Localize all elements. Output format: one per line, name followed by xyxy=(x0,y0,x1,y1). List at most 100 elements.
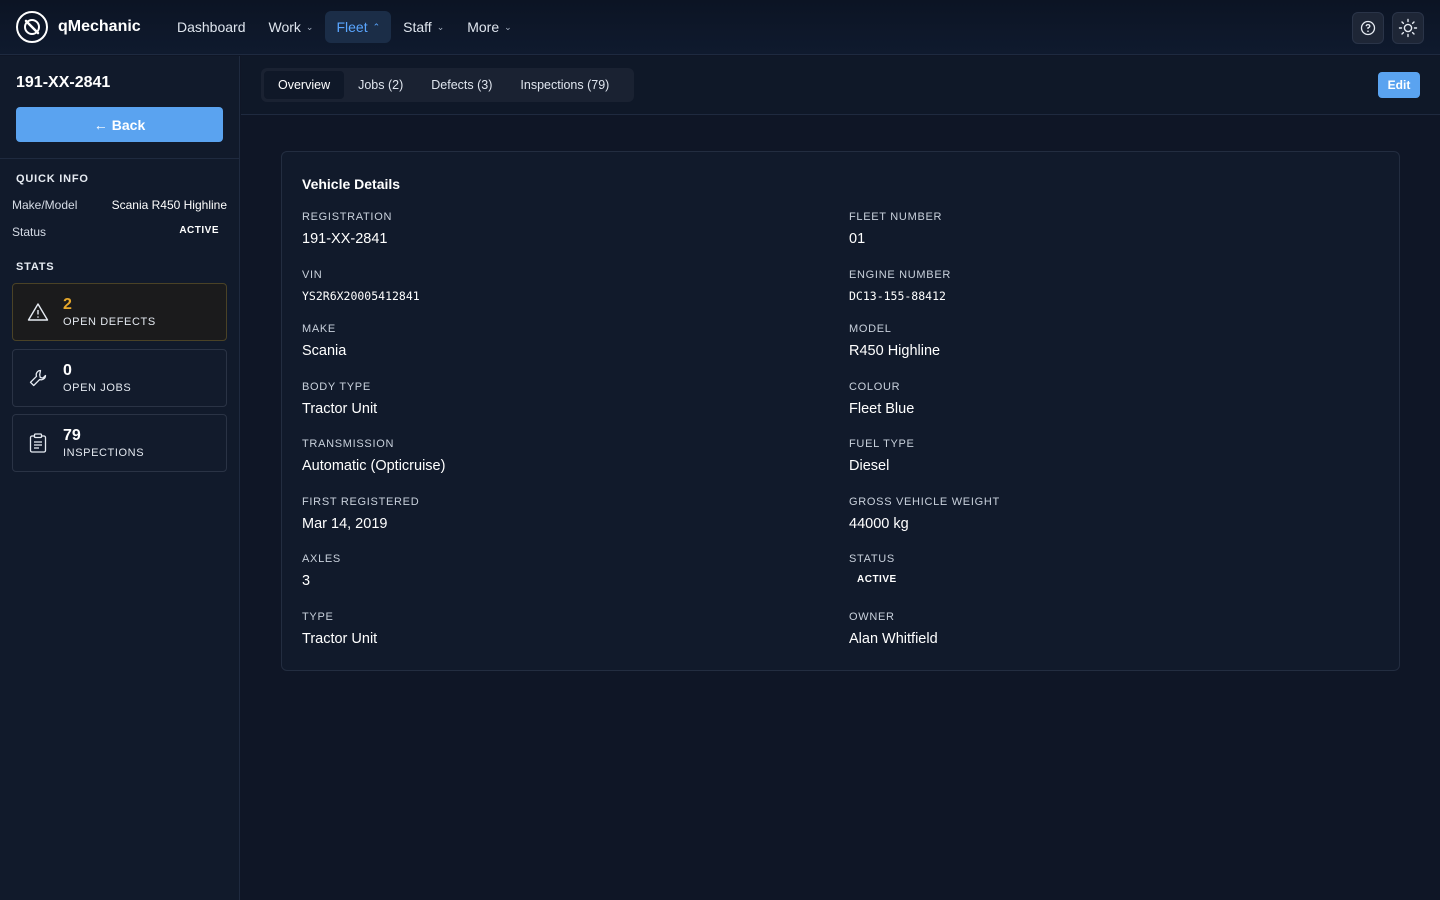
field-value: DC13-155-88412 xyxy=(849,289,946,303)
stat-label: OPEN DEFECTS xyxy=(63,316,156,328)
field-label: AXLES xyxy=(302,553,341,565)
status-badge: ACTIVE xyxy=(179,225,219,236)
detail-field-type: TYPE Tractor Unit xyxy=(302,611,802,647)
field-value: Alan Whitfield xyxy=(849,631,938,647)
detail-field-make: MAKE Scania xyxy=(302,323,802,359)
detail-field-fleet-number: FLEET NUMBER 01 xyxy=(849,211,1349,247)
clipboard-icon xyxy=(29,433,47,453)
status-badge: ACTIVE xyxy=(857,574,897,585)
field-label: FLEET NUMBER xyxy=(849,211,943,223)
card-title: Vehicle Details xyxy=(302,176,401,192)
nav-item-more[interactable]: More ⌄ xyxy=(456,11,522,43)
wrench-icon xyxy=(29,369,47,387)
brand[interactable]: qMechanic xyxy=(16,11,166,43)
main-nav: Dashboard Work ⌄ Fleet ⌃ Staff ⌄ More ⌄ xyxy=(166,11,524,43)
nav-label: Dashboard xyxy=(177,19,246,35)
detail-field-engine-number: ENGINE NUMBER DC13-155-88412 xyxy=(849,269,1349,303)
nav-item-dashboard[interactable]: Dashboard xyxy=(166,11,257,43)
stat-number: 79 xyxy=(63,427,81,444)
stat-card-open-jobs[interactable]: 0 OPEN JOBS xyxy=(12,349,227,407)
detail-field-vin: VIN YS2R6X20005412841 xyxy=(302,269,802,303)
field-label: REGISTRATION xyxy=(302,211,393,223)
field-label: COLOUR xyxy=(849,381,901,393)
nav-label: Work xyxy=(268,19,301,35)
field-value: 01 xyxy=(849,231,866,247)
detail-field-gross-vehicle-weight: GROSS VEHICLE WEIGHT 44000 kg xyxy=(849,496,1349,532)
field-label: TRANSMISSION xyxy=(302,438,395,450)
vehicle-sidebar: 191-XX-2841 ← Back QUICK INFO Make/Model… xyxy=(0,56,240,900)
vehicle-title: 191-XX-2841 xyxy=(16,74,111,91)
field-value: Diesel xyxy=(849,458,890,474)
stat-number: 0 xyxy=(63,362,72,379)
brand-name: qMechanic xyxy=(58,18,141,35)
warning-icon xyxy=(27,303,49,321)
field-label: VIN xyxy=(302,269,323,281)
detail-field-first-registered: FIRST REGISTERED Mar 14, 2019 xyxy=(302,496,802,532)
tab-inspections[interactable]: Inspections (79) xyxy=(506,71,623,99)
chevron-up-icon: ⌃ xyxy=(372,21,381,32)
quick-info-row: Status ACTIVE xyxy=(12,225,227,239)
field-value: 191-XX-2841 xyxy=(302,231,388,247)
detail-field-body-type: BODY TYPE Tractor Unit xyxy=(302,381,802,417)
divider xyxy=(0,158,239,159)
field-label: BODY TYPE xyxy=(302,381,371,393)
chevron-down-icon: ⌄ xyxy=(504,21,512,32)
quick-info-row: Make/Model Scania R450 Highline xyxy=(12,198,227,212)
detail-field-model: MODEL R450 Highline xyxy=(849,323,1349,359)
edit-button[interactable]: Edit xyxy=(1378,72,1420,98)
field-value: YS2R6X20005412841 xyxy=(302,289,420,303)
sun-icon xyxy=(1398,18,1418,38)
nav-item-staff[interactable]: Staff ⌄ xyxy=(392,11,455,43)
top-navigation-bar: qMechanic Dashboard Work ⌄ Fleet ⌃ Staff ⌄ … xyxy=(0,0,1440,55)
quick-info-key: Make/Model xyxy=(12,198,78,212)
stat-card-inspections[interactable]: 79 INSPECTIONS xyxy=(12,414,227,472)
field-value: 3 xyxy=(302,573,311,589)
field-value: R450 Highline xyxy=(849,343,941,359)
field-value: Tractor Unit xyxy=(302,631,378,647)
field-value: Fleet Blue xyxy=(849,401,915,417)
field-label: MAKE xyxy=(302,323,336,335)
detail-field-registration: REGISTRATION 191-XX-2841 xyxy=(302,211,802,247)
vehicle-details-card: Vehicle Details REGISTRATION 191-XX-2841… xyxy=(281,151,1400,671)
field-label: GROSS VEHICLE WEIGHT xyxy=(849,496,1000,508)
detail-field-owner: OWNER Alan Whitfield xyxy=(849,611,1349,647)
quick-info-key: Status xyxy=(12,225,47,239)
field-label: TYPE xyxy=(302,611,334,623)
nav-item-work[interactable]: Work ⌄ xyxy=(258,11,325,43)
tab-jobs[interactable]: Jobs (2) xyxy=(344,71,417,99)
detail-field-status: STATUS ACTIVE xyxy=(849,553,1349,585)
help-button[interactable] xyxy=(1352,12,1384,44)
qmechanic-logo-icon xyxy=(16,11,48,43)
stat-label: OPEN JOBS xyxy=(63,382,132,394)
nav-label: Fleet xyxy=(336,19,368,35)
field-value: 44000 kg xyxy=(849,516,909,532)
quick-info-value: Scania R450 Highline xyxy=(111,198,227,212)
tabs-bar: Overview Jobs (2) Defects (3) Inspection… xyxy=(241,56,1440,115)
field-label: FIRST REGISTERED xyxy=(302,496,420,508)
back-button-label: Back xyxy=(111,116,146,133)
nav-item-fleet[interactable]: Fleet ⌃ xyxy=(325,11,392,43)
back-button[interactable]: ← Back xyxy=(16,107,223,142)
field-label: STATUS xyxy=(849,553,895,565)
stat-label: INSPECTIONS xyxy=(63,447,145,459)
chevron-down-icon: ⌄ xyxy=(305,21,314,32)
detail-field-transmission: TRANSMISSION Automatic (Opticruise) xyxy=(302,438,802,474)
stats-heading: STATS xyxy=(16,261,55,273)
tab-overview[interactable]: Overview xyxy=(264,71,345,99)
field-value: Tractor Unit xyxy=(302,401,378,417)
field-value: Mar 14, 2019 xyxy=(302,516,388,532)
tab-defects[interactable]: Defects (3) xyxy=(417,71,506,99)
stat-number: 2 xyxy=(63,296,72,313)
quick-info-heading: QUICK INFO xyxy=(16,173,89,185)
field-value: Scania xyxy=(302,343,347,359)
vehicle-tabs: Overview Jobs (2) Defects (3) Inspection… xyxy=(261,68,634,102)
chevron-down-icon: ⌄ xyxy=(436,21,445,32)
stat-card-open-defects[interactable]: 2 OPEN DEFECTS xyxy=(12,283,227,341)
help-icon xyxy=(1360,20,1376,36)
field-label: FUEL TYPE xyxy=(849,438,915,450)
theme-toggle-button[interactable] xyxy=(1392,12,1424,44)
field-label: ENGINE NUMBER xyxy=(849,269,951,281)
detail-field-axles: AXLES 3 xyxy=(302,553,802,589)
nav-label: More xyxy=(467,19,500,35)
detail-field-fuel-type: FUEL TYPE Diesel xyxy=(849,438,1349,474)
